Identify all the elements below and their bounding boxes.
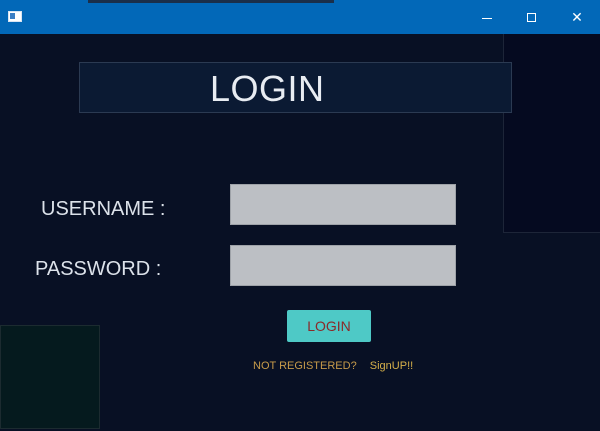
signup-link[interactable]: SignUP!!	[370, 360, 413, 372]
login-button[interactable]: LOGIN	[287, 310, 371, 342]
signup-prompt: NOT REGISTERED?	[253, 360, 357, 372]
username-label: USERNAME :	[41, 198, 166, 220]
username-input[interactable]	[230, 184, 456, 225]
decorative-panel-left	[0, 325, 100, 429]
password-label: PASSWORD :	[35, 258, 162, 280]
close-button[interactable]: ✕	[554, 0, 600, 34]
maximize-icon	[526, 12, 536, 22]
window-app-icon	[8, 11, 22, 22]
heading-box: LOGIN	[79, 62, 512, 113]
page-title: LOGIN	[210, 68, 325, 109]
minimize-icon	[482, 17, 492, 19]
title-bar-accent	[88, 0, 334, 3]
password-input[interactable]	[230, 245, 456, 286]
close-icon: ✕	[571, 9, 583, 25]
signup-row: NOT REGISTERED? SignUP!!	[253, 359, 413, 373]
title-bar[interactable]: ✕	[0, 0, 600, 34]
login-window: ✕ LOGIN USERNAME : PASSWORD : LOGIN NOT …	[0, 0, 600, 431]
decorative-panel-right	[503, 34, 600, 233]
maximize-button[interactable]	[508, 0, 554, 34]
minimize-button[interactable]	[464, 0, 510, 34]
